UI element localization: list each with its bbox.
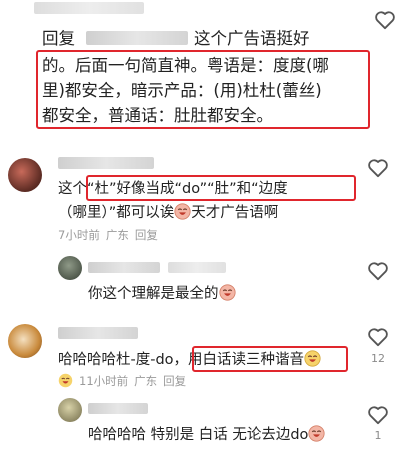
highlight-box: [36, 50, 370, 129]
highlight-box: [86, 175, 356, 201]
reply-button[interactable]: 回复: [135, 228, 158, 242]
username-blurred: [58, 327, 138, 339]
laughing-emoji-icon: [58, 373, 73, 388]
comment-time: 11小时前: [79, 374, 129, 388]
comment-meta: 11小时前 广东 回复: [58, 373, 192, 389]
laughing-emoji-icon: [308, 425, 325, 442]
comment-text-part: 哈哈哈哈杜-度-do，: [58, 352, 189, 368]
comment-text-line: 你这个理解是最全的: [88, 282, 236, 303]
avatar[interactable]: [58, 398, 82, 422]
comment-time: 7小时前: [58, 228, 100, 242]
username-blurred: [88, 262, 160, 273]
avatar[interactable]: [8, 324, 42, 358]
comment-text-line: （哪里）”都可以诶 天才广告语啊: [58, 201, 278, 222]
username-blurred: [168, 262, 226, 273]
username-blurred: [88, 403, 148, 414]
username-blurred: [58, 157, 154, 169]
comment-text-line: 这个广告语挺好: [194, 29, 310, 48]
avatar[interactable]: [58, 256, 82, 280]
reply-target-blurred: [86, 31, 188, 45]
highlight-box: [192, 346, 348, 372]
heart-outline-icon[interactable]: [367, 261, 389, 281]
comment-text-part: （哪里）”都可以诶: [58, 205, 175, 221]
comment-text-line: 回复: [42, 25, 75, 49]
laughing-emoji-icon: [174, 203, 191, 220]
like-count: 12: [371, 352, 385, 365]
heart-outline-icon[interactable]: [374, 10, 396, 30]
reply-text: 哈哈哈哈 特别是 白话 无论去边do: [88, 427, 309, 443]
comment-text-part: 天才广告语啊: [191, 205, 279, 221]
username-blurred: [34, 2, 144, 14]
heart-outline-icon[interactable]: [367, 327, 389, 347]
heart-outline-icon[interactable]: [367, 158, 389, 178]
laughing-emoji-icon: [218, 284, 236, 301]
like-count: 1: [374, 429, 382, 442]
reply-prefix: 回复: [42, 29, 75, 48]
comment-text-line: 哈哈哈哈 特别是 白话 无论去边do: [88, 423, 325, 444]
comment-meta: 7小时前 广东 回复: [58, 227, 164, 243]
heart-outline-icon[interactable]: [367, 405, 389, 425]
comment-location: 广东: [105, 228, 129, 242]
comment-location: 广东: [134, 374, 158, 388]
reply-text: 你这个理解是最全的: [88, 286, 219, 302]
reply-button[interactable]: 回复: [163, 374, 186, 388]
avatar[interactable]: [8, 158, 42, 192]
